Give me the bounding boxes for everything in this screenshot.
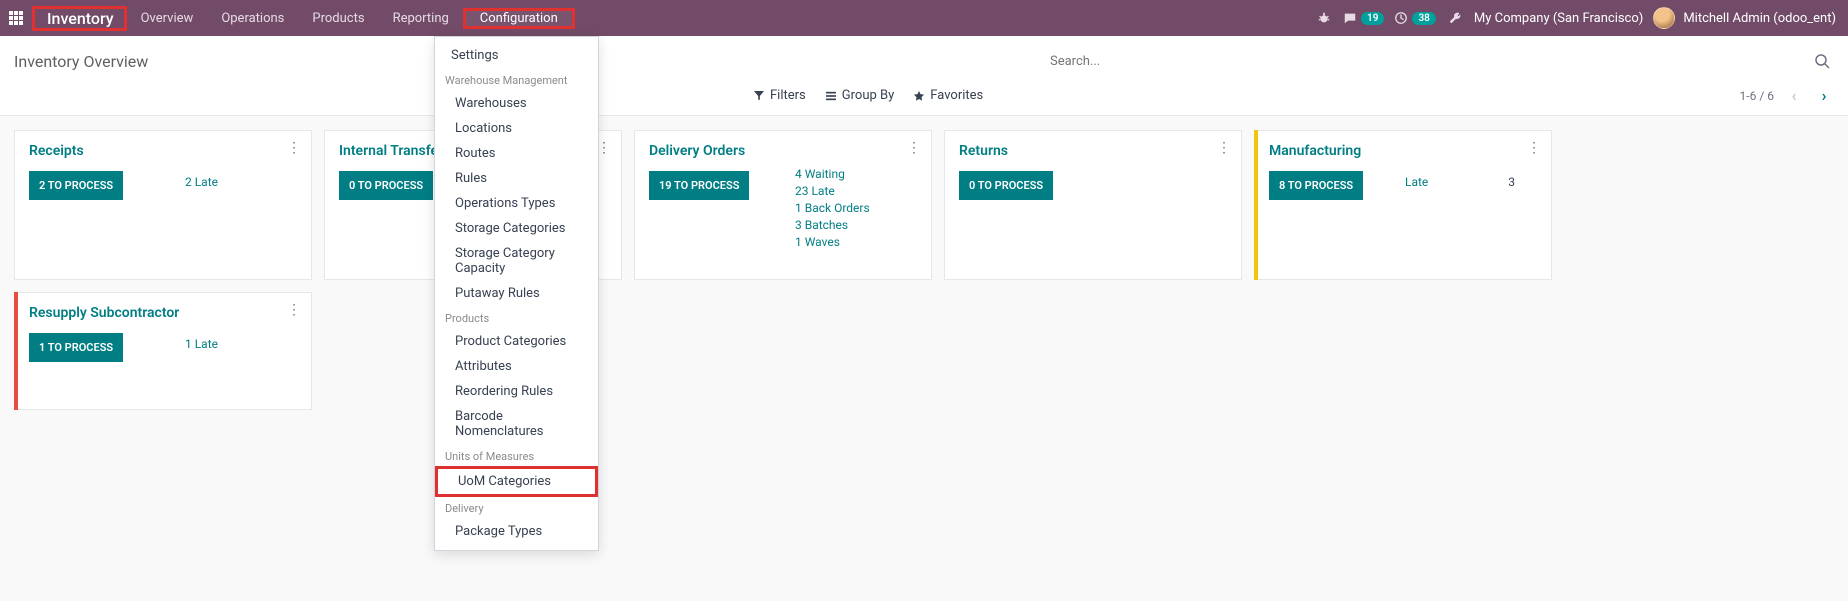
late-link[interactable]: Late xyxy=(1405,175,1428,189)
kanban-board: Receipts ⋮ 2 TO PROCESS 2 Late Internal … xyxy=(0,116,1848,424)
dd-uom-categories[interactable]: UoM Categories xyxy=(435,466,598,497)
nav-products[interactable]: Products xyxy=(298,0,378,36)
dd-warehouses[interactable]: Warehouses xyxy=(435,91,598,116)
card-menu-icon[interactable]: ⋮ xyxy=(287,141,301,155)
card-manufacturing: Manufacturing ⋮ 8 TO PROCESS Late 3 xyxy=(1254,130,1552,280)
dd-header-products: Products xyxy=(435,306,598,329)
dd-locations[interactable]: Locations xyxy=(435,116,598,141)
card-title[interactable]: Returns xyxy=(959,143,1227,159)
waiting-link[interactable]: 4 Waiting xyxy=(795,167,870,181)
groupby-button[interactable]: Group By xyxy=(826,88,895,103)
nav-reporting[interactable]: Reporting xyxy=(379,0,463,36)
user-menu[interactable]: Mitchell Admin (odoo_ent) xyxy=(1653,7,1836,29)
topbar: Inventory Overview Operations Products R… xyxy=(0,0,1848,36)
favorites-button[interactable]: Favorites xyxy=(914,88,983,103)
pager-prev[interactable]: ‹ xyxy=(1784,86,1804,106)
pager-text: 1-6 / 6 xyxy=(1740,89,1774,103)
activity-badge[interactable]: 38 xyxy=(1394,11,1435,25)
user-label: Mitchell Admin (odoo_ent) xyxy=(1683,11,1836,26)
search-input[interactable] xyxy=(1050,53,1810,69)
dd-rules[interactable]: Rules xyxy=(435,166,598,191)
dd-barcode[interactable]: Barcode Nomenclatures xyxy=(435,404,598,444)
company-selector[interactable]: My Company (San Francisco) xyxy=(1474,11,1643,26)
chat-count: 19 xyxy=(1361,12,1384,25)
topbar-right: 19 38 My Company (San Francisco) Mitchel… xyxy=(1315,0,1848,36)
apps-icon[interactable] xyxy=(0,0,32,36)
late-link[interactable]: 1 Late xyxy=(185,337,218,351)
backorders-link[interactable]: 1 Back Orders xyxy=(795,201,870,215)
late-link[interactable]: 23 Late xyxy=(795,184,870,198)
dd-storage-capacity[interactable]: Storage Category Capacity xyxy=(435,241,598,281)
batches-link[interactable]: 3 Batches xyxy=(795,218,870,232)
dd-header-warehouse: Warehouse Management xyxy=(435,68,598,91)
card-resupply-subcontractor: Resupply Subcontractor ⋮ 1 TO PROCESS 1 … xyxy=(14,292,312,410)
dd-storage-categories[interactable]: Storage Categories xyxy=(435,216,598,241)
process-button[interactable]: 0 TO PROCESS xyxy=(339,171,433,200)
activity-count: 38 xyxy=(1412,12,1435,25)
groupby-label: Group By xyxy=(842,88,895,103)
card-title[interactable]: Resupply Subcontractor xyxy=(29,305,297,321)
filters-label: Filters xyxy=(770,88,806,103)
page-title: Inventory Overview xyxy=(14,52,148,71)
process-button[interactable]: 1 TO PROCESS xyxy=(29,333,123,362)
dd-putaway-rules[interactable]: Putaway Rules xyxy=(435,281,598,306)
brand-highlight: Inventory xyxy=(32,6,127,31)
filters-button[interactable]: Filters xyxy=(754,88,806,103)
process-button[interactable]: 2 TO PROCESS xyxy=(29,171,123,200)
card-delivery-orders: Delivery Orders ⋮ 19 TO PROCESS 4 Waitin… xyxy=(634,130,932,280)
process-button[interactable]: 19 TO PROCESS xyxy=(649,171,749,200)
dd-operations-types[interactable]: Operations Types xyxy=(435,191,598,216)
card-menu-icon[interactable]: ⋮ xyxy=(287,303,301,317)
favorites-label: Favorites xyxy=(930,88,983,103)
avatar xyxy=(1653,7,1675,29)
card-menu-icon[interactable]: ⋮ xyxy=(907,141,921,155)
chat-badge[interactable]: 19 xyxy=(1343,11,1384,25)
dd-reordering-rules[interactable]: Reordering Rules xyxy=(435,379,598,404)
dd-header-uom: Units of Measures xyxy=(435,444,598,467)
dd-package-types[interactable]: Package Types xyxy=(435,519,598,544)
search-icon[interactable] xyxy=(1810,53,1834,69)
main-nav: Overview Operations Products Reporting C… xyxy=(127,0,575,36)
process-button[interactable]: 0 TO PROCESS xyxy=(959,171,1053,200)
card-title[interactable]: Manufacturing xyxy=(1269,143,1537,159)
configuration-dropdown: Settings Warehouse Management Warehouses… xyxy=(434,36,599,551)
dd-attributes[interactable]: Attributes xyxy=(435,354,598,379)
nav-configuration-highlight: Configuration xyxy=(463,8,575,29)
dd-routes[interactable]: Routes xyxy=(435,141,598,166)
brand-label[interactable]: Inventory xyxy=(37,5,124,32)
nav-overview[interactable]: Overview xyxy=(127,0,208,36)
card-menu-icon[interactable]: ⋮ xyxy=(597,141,611,155)
pager-next[interactable]: › xyxy=(1814,86,1834,106)
dd-settings[interactable]: Settings xyxy=(435,43,598,68)
bug-icon[interactable] xyxy=(1315,9,1333,27)
card-title[interactable]: Delivery Orders xyxy=(649,143,917,159)
dd-header-delivery: Delivery xyxy=(435,496,598,519)
subhead: Inventory Overview xyxy=(0,36,1848,76)
card-title[interactable]: Receipts xyxy=(29,143,297,159)
late-count: 3 xyxy=(1508,175,1515,189)
nav-configuration[interactable]: Configuration xyxy=(466,11,572,26)
process-button[interactable]: 8 TO PROCESS xyxy=(1269,171,1363,200)
waves-link[interactable]: 1 Waves xyxy=(795,235,870,249)
toolbar: Filters Group By Favorites 1-6 / 6 ‹ › xyxy=(0,76,1848,116)
card-menu-icon[interactable]: ⋮ xyxy=(1527,141,1541,155)
card-returns: Returns ⋮ 0 TO PROCESS xyxy=(944,130,1242,280)
card-receipts: Receipts ⋮ 2 TO PROCESS 2 Late xyxy=(14,130,312,280)
late-link[interactable]: 2 Late xyxy=(185,175,218,189)
card-menu-icon[interactable]: ⋮ xyxy=(1217,141,1231,155)
wrench-icon[interactable] xyxy=(1446,9,1464,27)
dd-product-categories[interactable]: Product Categories xyxy=(435,329,598,354)
nav-operations[interactable]: Operations xyxy=(207,0,298,36)
